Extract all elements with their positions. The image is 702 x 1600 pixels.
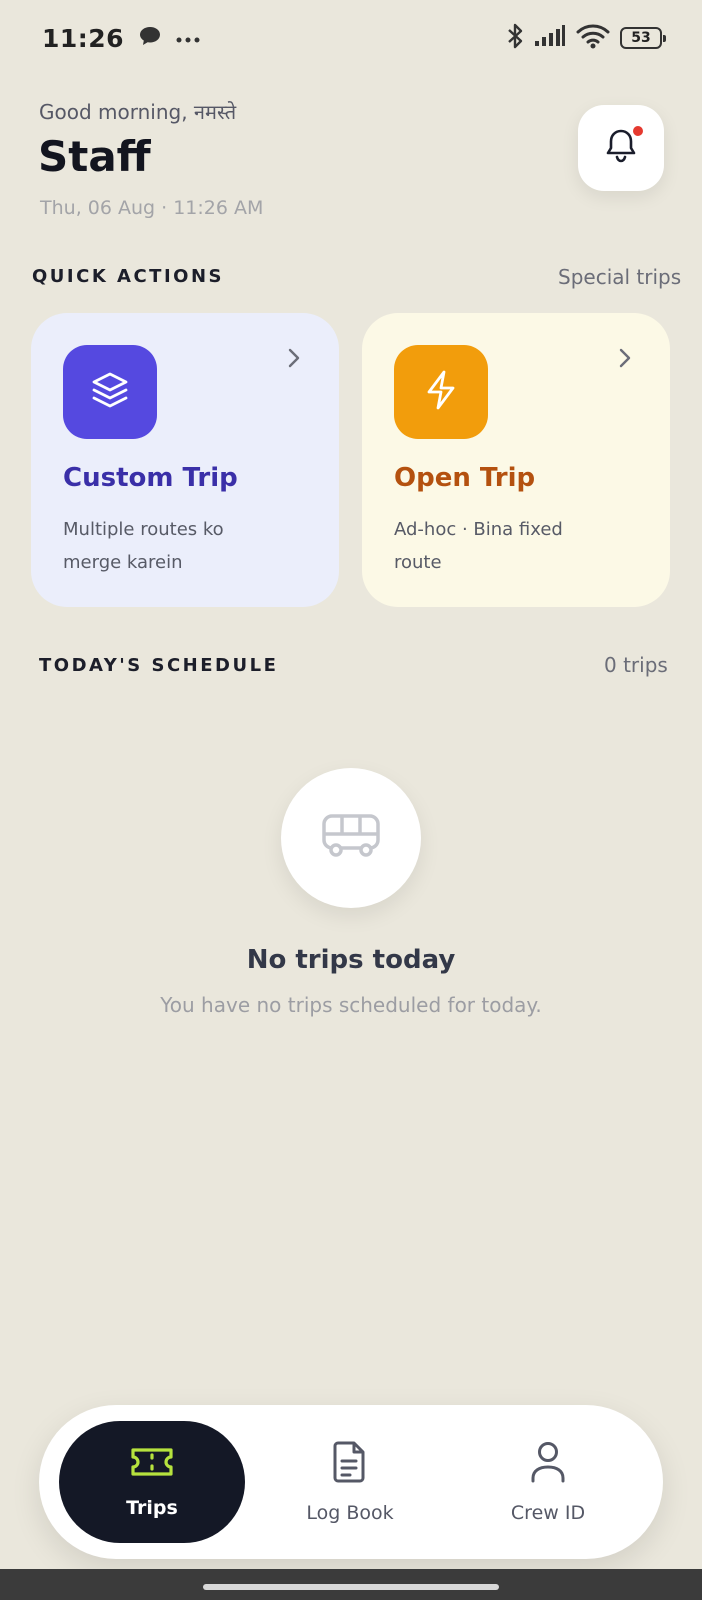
layers-icon [88, 368, 132, 416]
trip-count: 0 trips [604, 653, 668, 677]
bottom-navigation: Trips Log Book Crew ID [39, 1405, 663, 1559]
open-trip-icon-tile [394, 345, 488, 439]
custom-trip-card[interactable]: Custom Trip Multiple routes ko merge kar… [31, 313, 339, 607]
nav-trips-label: Trips [126, 1497, 178, 1519]
date-time: Thu, 06 Aug · 11:26 AM [40, 197, 264, 219]
lightning-icon [421, 368, 461, 416]
more-dots-icon [176, 29, 200, 48]
nav-crew-id-label: Crew ID [510, 1502, 586, 1524]
person-icon [529, 1440, 567, 1488]
quick-actions-title: QUICK ACTIONS [32, 266, 224, 287]
open-trip-description: Ad-hoc · Bina fixed route [394, 519, 563, 573]
bus-icon [321, 812, 381, 864]
empty-state-title: No trips today [246, 945, 456, 975]
empty-state-subtitle: You have no trips scheduled for today. [160, 993, 542, 1017]
status-bar: 11:26 53 [0, 0, 702, 76]
custom-trip-title: Custom Trip [63, 463, 238, 493]
chevron-right-icon [618, 347, 632, 373]
schedule-title: TODAY'S SCHEDULE [39, 655, 279, 676]
open-trip-title: Open Trip [394, 463, 536, 493]
nav-log-book-label: Log Book [306, 1502, 394, 1524]
bluetooth-icon [506, 22, 524, 54]
wifi-icon [576, 23, 610, 53]
battery-indicator: 53 [620, 27, 666, 49]
open-trip-card[interactable]: Open Trip Ad-hoc · Bina fixed route [362, 313, 670, 607]
special-trips-link[interactable]: Special trips [558, 265, 681, 289]
ticket-icon [130, 1445, 174, 1483]
chevron-right-icon [287, 347, 301, 373]
nav-crew-id[interactable]: Crew ID [455, 1421, 641, 1543]
notification-dot [633, 126, 643, 136]
document-icon [332, 1440, 368, 1488]
signal-icon [534, 25, 566, 51]
nav-log-book[interactable]: Log Book [257, 1421, 443, 1543]
chat-bubble-icon [138, 25, 162, 51]
custom-trip-icon-tile [63, 345, 157, 439]
status-left: 11:26 [42, 24, 200, 53]
nav-trips[interactable]: Trips [59, 1421, 245, 1543]
home-gesture-pill[interactable] [203, 1584, 499, 1590]
status-time: 11:26 [42, 23, 125, 53]
notifications-button[interactable] [578, 105, 664, 191]
user-name: Staff [38, 132, 151, 181]
empty-state-illustration [281, 768, 421, 908]
custom-trip-description: Multiple routes ko merge karein [63, 519, 224, 573]
status-right: 53 [506, 22, 666, 54]
greeting-text: Good morning, नमस्ते [39, 100, 237, 124]
